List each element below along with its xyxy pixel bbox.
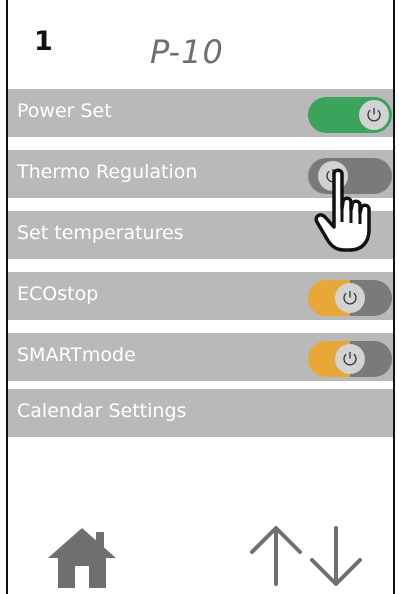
smartmode-toggle[interactable] (308, 341, 392, 377)
menu-row-label: SMARTmode (17, 344, 136, 366)
up-down-arrows-icon[interactable] (246, 524, 366, 588)
menu-row-power-set[interactable]: Power Set (8, 89, 393, 137)
power-icon (367, 108, 381, 122)
menu-row-smartmode[interactable]: SMARTmode (8, 333, 393, 381)
menu-row-label: Thermo Regulation (17, 161, 198, 183)
ecostop-toggle[interactable] (308, 280, 392, 316)
power-set-toggle[interactable] (308, 97, 392, 133)
screen-border-right (393, 0, 395, 594)
hand-pointer-icon (314, 168, 371, 252)
toggle-knob (359, 100, 389, 130)
menu-row-label: ECOstop (17, 283, 99, 305)
power-icon (343, 291, 357, 305)
menu-row-label: Calendar Settings (17, 400, 187, 422)
menu-row-calendar-settings[interactable]: Calendar Settings (8, 389, 393, 437)
menu-row-ecostop[interactable]: ECOstop (8, 272, 393, 320)
toggle-knob (335, 283, 365, 313)
program-title: P-10 (150, 33, 224, 71)
power-icon (343, 352, 357, 366)
home-icon[interactable] (46, 524, 118, 588)
device-screen: 1 P-10 Power Set Thermo Regulation Set t… (0, 0, 399, 594)
menu-row-label: Power Set (17, 100, 112, 122)
menu-row-label: Set temperatures (17, 222, 184, 244)
page-number: 1 (34, 26, 53, 57)
toggle-knob (335, 344, 365, 374)
